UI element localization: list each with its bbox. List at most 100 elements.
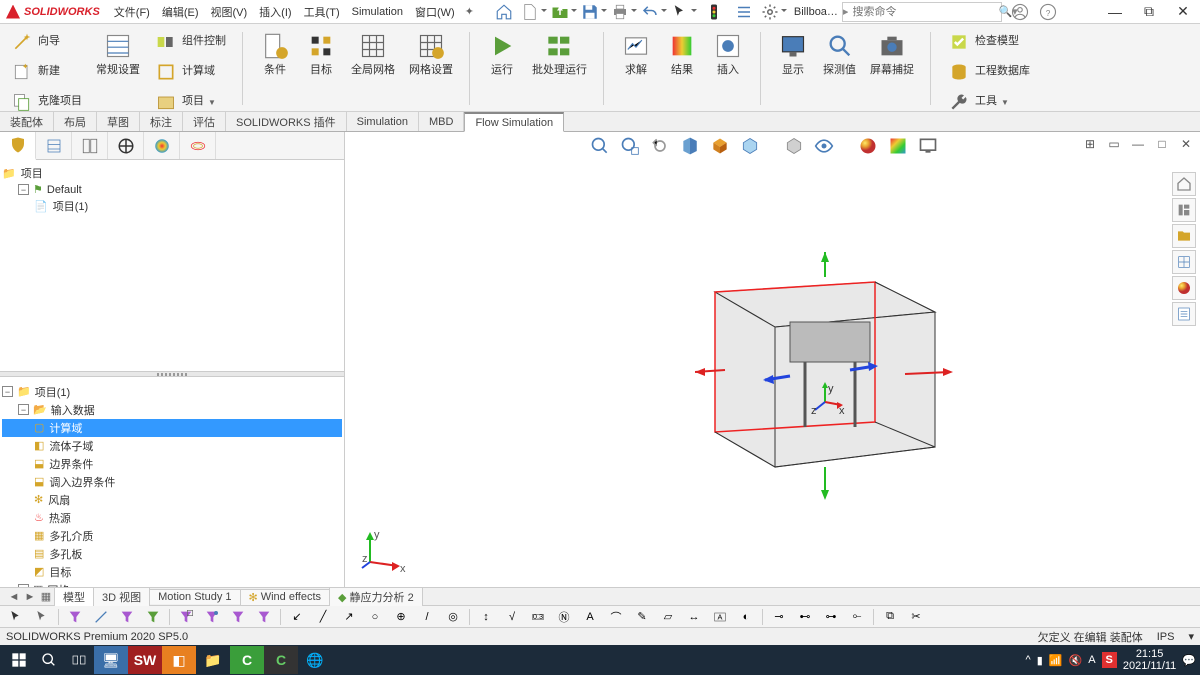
taskbar-app6[interactable]: C: [264, 646, 298, 674]
tree-mesh[interactable]: −▦网格: [2, 581, 342, 588]
tab-evaluate[interactable]: 评估: [183, 112, 226, 131]
clip-icon[interactable]: ✂: [904, 607, 928, 627]
tree-input-data[interactable]: −📂输入数据: [2, 401, 342, 419]
check-model-button[interactable]: 检查模型: [943, 28, 1034, 56]
tab-annotate[interactable]: 标注: [140, 112, 183, 131]
user-icon[interactable]: [1006, 1, 1034, 23]
list-icon[interactable]: [730, 1, 758, 23]
display-button[interactable]: 显示: [773, 28, 813, 109]
arrow-r-icon[interactable]: ↗: [337, 607, 361, 627]
tab-flow-simulation[interactable]: Flow Simulation: [464, 112, 564, 132]
menu-file[interactable]: 文件(F): [108, 1, 156, 23]
display-style-icon[interactable]: [738, 134, 762, 158]
panel-tab-feature[interactable]: [0, 132, 36, 160]
traffic-light-icon[interactable]: [700, 1, 728, 23]
arc-icon[interactable]: ⌒: [604, 607, 628, 627]
tree-boundary-conditions[interactable]: ⬓边界条件: [2, 455, 342, 473]
maximize-button[interactable]: ⧉: [1136, 1, 1162, 23]
new-project-button[interactable]: 新建: [6, 58, 86, 86]
sqrt-icon[interactable]: √: [500, 607, 524, 627]
model-tab-model[interactable]: 模型: [54, 587, 94, 606]
units-label[interactable]: IPS: [1157, 631, 1175, 643]
wizard-button[interactable]: 向导: [6, 28, 86, 56]
tab-addins[interactable]: SOLIDWORKS 插件: [226, 112, 347, 131]
zoom-fit-icon[interactable]: [588, 134, 612, 158]
viewport-close-icon[interactable]: ✕: [1176, 134, 1196, 154]
tray-volume-icon[interactable]: 🔇: [1068, 654, 1082, 667]
tab-mbd[interactable]: MBD: [419, 112, 464, 131]
tab-menu-icon[interactable]: ▦: [38, 590, 54, 603]
screen-capture-button[interactable]: 屏幕捕捉: [866, 28, 918, 109]
panel-tab-config[interactable]: [36, 132, 72, 159]
tree-root-project[interactable]: 📁项目: [2, 164, 342, 182]
tray-chevron-icon[interactable]: ^: [1026, 654, 1031, 666]
taskbar-app7[interactable]: 🌐: [298, 646, 332, 674]
print-icon[interactable]: [610, 1, 638, 23]
tray-notifications-icon[interactable]: 💬: [1182, 654, 1196, 667]
tree-heat-sources[interactable]: ♨热源: [2, 509, 342, 527]
panel-tab-flow[interactable]: [180, 132, 216, 159]
viewport-min-icon[interactable]: —: [1128, 134, 1148, 154]
solve-button[interactable]: 求解: [616, 28, 656, 109]
tag-icon[interactable]: ▱: [656, 607, 680, 627]
home-icon[interactable]: [490, 1, 518, 23]
model-tab-wind[interactable]: ✻Wind effects: [240, 589, 331, 605]
filter-mesh-icon[interactable]: [174, 607, 198, 627]
prev-view-icon[interactable]: [648, 134, 672, 158]
gear-icon[interactable]: [760, 1, 788, 23]
line3-icon[interactable]: /: [415, 607, 439, 627]
engineering-db-button[interactable]: 工程数据库: [943, 58, 1034, 86]
appearance-sphere-icon[interactable]: [856, 134, 880, 158]
save-icon[interactable]: [580, 1, 608, 23]
task-properties-icon[interactable]: [1172, 302, 1196, 326]
task-file-icon[interactable]: [1172, 224, 1196, 248]
filter-v-icon[interactable]: [63, 607, 87, 627]
tree-goals[interactable]: ◩目标: [2, 563, 342, 581]
tab-sketch[interactable]: 草图: [97, 112, 140, 131]
collapse-icon[interactable]: −: [18, 404, 29, 415]
scene-icon[interactable]: [886, 134, 910, 158]
task-view-icon[interactable]: [1172, 250, 1196, 274]
conn-b-icon[interactable]: ⊷: [793, 607, 817, 627]
collapse-icon[interactable]: −: [2, 386, 13, 397]
circle-icon[interactable]: ○: [363, 607, 387, 627]
conn-d-icon[interactable]: ⟜: [845, 607, 869, 627]
select-cursor-icon[interactable]: [670, 1, 698, 23]
search-taskbar-icon[interactable]: [34, 646, 64, 674]
section-view-icon[interactable]: [678, 134, 702, 158]
start-button[interactable]: [4, 646, 34, 674]
viewport-single-icon[interactable]: ▭: [1104, 134, 1124, 154]
new-doc-icon[interactable]: [520, 1, 548, 23]
taskbar-solidworks[interactable]: SW: [128, 646, 162, 674]
tab-prev-icon[interactable]: ◄: [6, 591, 22, 603]
menu-window[interactable]: 窗口(W): [409, 1, 461, 23]
minimize-button[interactable]: —: [1102, 1, 1128, 23]
status-dropdown-icon[interactable]: ▾: [1188, 630, 1194, 643]
taskbar-clock[interactable]: 21:15 2021/11/11: [1123, 648, 1176, 672]
help-icon[interactable]: ?: [1034, 1, 1062, 23]
close-button[interactable]: ✕: [1170, 1, 1196, 23]
filter-a-icon[interactable]: [226, 607, 250, 627]
link-icon[interactable]: ⧉: [878, 607, 902, 627]
model-tab-3dview[interactable]: 3D 视图: [93, 587, 150, 606]
graphics-viewport[interactable]: ⊞ ▭ — □ ✕: [345, 132, 1200, 587]
taskbar-explorer[interactable]: 📁: [196, 646, 230, 674]
panel-tab-display[interactable]: [108, 132, 144, 159]
render-settings-icon[interactable]: [916, 134, 940, 158]
open-icon[interactable]: [550, 1, 578, 23]
filter-point-icon[interactable]: [200, 607, 224, 627]
tree-fans[interactable]: ✻风扇: [2, 491, 342, 509]
model-tab-motion[interactable]: Motion Study 1: [149, 589, 240, 604]
component-control-button[interactable]: 组件控制: [150, 28, 230, 56]
taskbar-app1[interactable]: 🖥: [94, 646, 128, 674]
filter-g-icon[interactable]: [141, 607, 165, 627]
tree-default[interactable]: −⚑Default: [2, 182, 342, 197]
taskbar-app5[interactable]: C: [230, 646, 264, 674]
results-button[interactable]: 结果: [662, 28, 702, 109]
dim-a-icon[interactable]: ↕: [474, 607, 498, 627]
tools-button[interactable]: 工具▼: [943, 88, 1034, 116]
target-icon[interactable]: ◎: [441, 607, 465, 627]
menu-tools[interactable]: 工具(T): [298, 1, 346, 23]
panel-splitter[interactable]: [0, 371, 344, 377]
dim-b-icon[interactable]: 0.3: [526, 607, 550, 627]
